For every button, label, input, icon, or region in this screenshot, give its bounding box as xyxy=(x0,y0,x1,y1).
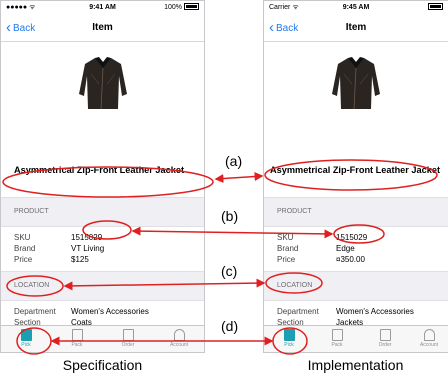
detail-key: Price xyxy=(277,255,296,264)
annotation-label-d: (d) xyxy=(221,318,238,334)
item-title: Asymmetrical Zip-Front Leather Jacket xyxy=(14,165,185,175)
person-icon xyxy=(173,329,185,341)
detail-value: 1515029 xyxy=(336,233,368,242)
battery-icon xyxy=(184,3,199,10)
location-section-header: LOCATION xyxy=(264,271,448,301)
detail-value: Women's Accessories xyxy=(336,307,414,316)
person-icon xyxy=(423,329,435,341)
tab-label: Pack xyxy=(71,342,83,348)
tab-label: Order xyxy=(121,342,135,348)
tab-pack[interactable]: Pack xyxy=(54,326,100,352)
tab-bar: Pick Pack Order Account xyxy=(1,325,204,352)
location-section-header: LOCATION xyxy=(1,271,204,301)
tab-bar: Pick Pack Order Account xyxy=(264,325,448,352)
tab-label: Order xyxy=(378,342,392,348)
tab-label: Pack xyxy=(331,342,343,348)
battery-icon xyxy=(428,3,443,10)
product-section-header: PRODUCT xyxy=(264,197,448,227)
annotation-label-b: (b) xyxy=(221,208,238,224)
detail-key: Department xyxy=(277,307,319,316)
jacket-image xyxy=(332,57,380,110)
detail-value: 1515029 xyxy=(71,233,103,242)
caption-implementation: Implementation xyxy=(307,357,404,373)
tab-pick[interactable]: Pick xyxy=(3,326,49,352)
detail-row-department: Department Women's Accessories xyxy=(264,306,448,317)
back-button[interactable]: ‹ Back xyxy=(6,15,35,42)
product-details: SKU 1515029 Brand Edge Price ¤350.00 xyxy=(264,227,448,271)
detail-value: ¤350.00 xyxy=(336,255,365,264)
tab-pick[interactable]: Pick xyxy=(266,326,312,352)
navigation-bar: ‹ Back Item xyxy=(264,15,448,42)
detail-row-sku: SKU 1515029 xyxy=(264,232,448,243)
back-button[interactable]: ‹ Back xyxy=(269,15,298,42)
product-details: SKU 1515029 Brand VT Living Price $125 xyxy=(1,227,204,271)
tab-label: Pick xyxy=(21,342,31,348)
detail-row-price: Price ¤350.00 xyxy=(264,254,448,265)
detail-key: Brand xyxy=(277,244,299,253)
caption-specification: Specification xyxy=(62,357,143,373)
detail-key: SKU xyxy=(14,233,31,242)
detail-key: Price xyxy=(14,255,33,264)
detail-value: Edge xyxy=(336,244,355,253)
product-section-header: PRODUCT xyxy=(1,197,204,227)
item-title: Asymmetrical Zip-Front Leather Jacket xyxy=(270,165,441,175)
chevron-left-icon: ‹ xyxy=(269,19,274,36)
navigation-bar: ‹ Back Item xyxy=(1,15,204,42)
box-icon xyxy=(331,329,343,341)
status-time: 9:45 AM xyxy=(342,4,370,11)
detail-value: VT Living xyxy=(71,244,105,253)
tab-order[interactable]: Order xyxy=(362,326,408,352)
tab-order[interactable]: Order xyxy=(105,326,151,352)
cart-icon xyxy=(283,329,295,341)
tab-label: Pick xyxy=(284,342,294,348)
tab-account[interactable]: Account xyxy=(156,326,202,352)
status-bar: ●●●●● ᯤ 9:41 AM 100% xyxy=(1,1,204,15)
product-image-area xyxy=(1,42,204,157)
annotation-arrow xyxy=(214,171,264,184)
detail-value: Women's Accessories xyxy=(71,307,149,316)
annotation-label-c: (c) xyxy=(221,263,237,279)
detail-key: Department xyxy=(14,307,56,316)
detail-key: SKU xyxy=(277,233,294,242)
detail-row-department: Department Women's Accessories xyxy=(1,306,204,317)
implementation-screen: Carrier ᯤ 9:45 AM ‹ Back Item Asymmetrica… xyxy=(263,0,448,353)
tab-label: Account xyxy=(419,342,439,348)
detail-row-price: Price $125 xyxy=(1,254,204,265)
detail-row-brand: Brand VT Living xyxy=(1,243,204,254)
battery-indicator xyxy=(426,1,443,15)
document-icon xyxy=(379,329,391,341)
status-bar: Carrier ᯤ 9:45 AM xyxy=(264,1,448,15)
tab-pack[interactable]: Pack xyxy=(314,326,360,352)
annotation-label-a: (a) xyxy=(225,153,242,169)
jacket-image xyxy=(78,57,127,110)
back-label: Back xyxy=(276,23,299,34)
specification-screen: ●●●●● ᯤ 9:41 AM 100% ‹ Back Item Asymmetr… xyxy=(0,0,205,353)
chevron-left-icon: ‹ xyxy=(6,19,11,36)
detail-row-brand: Brand Edge xyxy=(264,243,448,254)
cart-icon xyxy=(20,329,32,341)
tab-label: Account xyxy=(169,342,189,348)
detail-row-sku: SKU 1515029 xyxy=(1,232,204,243)
detail-value: $125 xyxy=(71,255,89,264)
battery-indicator: 100% xyxy=(164,1,199,15)
box-icon xyxy=(71,329,83,341)
product-image-area xyxy=(264,42,448,157)
battery-percent: 100% xyxy=(164,4,182,11)
back-label: Back xyxy=(13,23,36,34)
document-icon xyxy=(122,329,134,341)
tab-account[interactable]: Account xyxy=(406,326,448,352)
detail-key: Brand xyxy=(14,244,36,253)
